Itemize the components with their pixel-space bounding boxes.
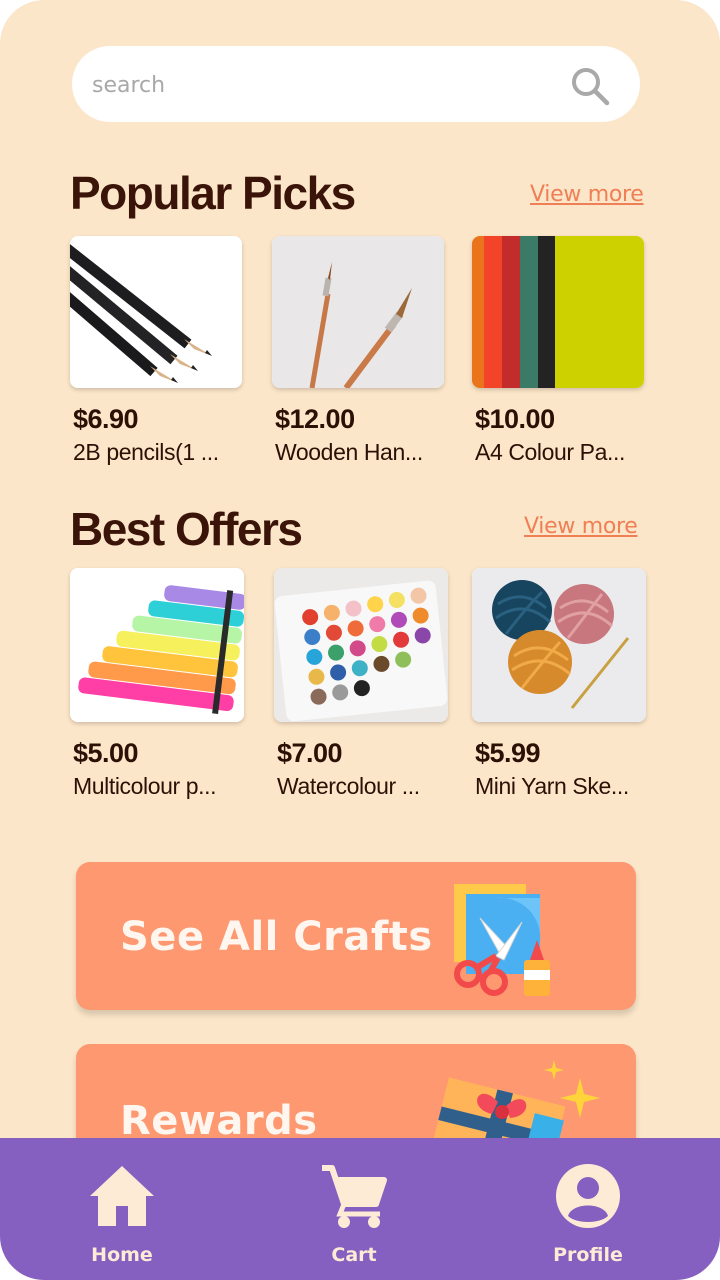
product-image-watercolour	[274, 568, 448, 722]
product-card[interactable]: $10.00 A4 Colour Pa...	[472, 236, 646, 466]
see-all-crafts-button[interactable]: See All Crafts	[76, 862, 636, 1010]
popular-picks-title: Popular Picks	[70, 167, 356, 219]
product-price: $12.00	[275, 404, 355, 434]
product-image-colour-paper	[472, 236, 644, 388]
search-icon[interactable]	[570, 66, 610, 106]
search-bar	[72, 46, 640, 122]
profile-icon	[556, 1164, 620, 1228]
product-card[interactable]: $7.00 Watercolour ...	[274, 568, 448, 800]
product-name: Mini Yarn Ske...	[475, 773, 629, 799]
nav-profile-label: Profile	[553, 1244, 623, 1266]
see-all-crafts-label: See All Crafts	[120, 914, 433, 960]
product-name: Wooden Han...	[275, 439, 423, 465]
product-name: 2B pencils(1 ...	[73, 439, 219, 465]
product-name: A4 Colour Pa...	[475, 439, 625, 465]
search-input[interactable]	[90, 62, 554, 108]
cart-icon	[322, 1165, 387, 1228]
product-price: $10.00	[475, 404, 555, 434]
product-name: Watercolour ...	[277, 773, 420, 799]
product-price: $6.90	[73, 404, 139, 434]
product-price: $5.99	[475, 738, 541, 768]
product-name: Multicolour p...	[73, 773, 217, 799]
nav-profile[interactable]: Profile	[518, 1138, 658, 1280]
product-card[interactable]: $6.90 2B pencils(1 ...	[70, 236, 244, 466]
product-image-yarn	[472, 568, 646, 722]
nav-cart[interactable]: Cart	[284, 1138, 424, 1280]
app-screen: Popular Picks View more $6.90 2B pencils…	[0, 0, 720, 1280]
nav-cart-label: Cart	[331, 1244, 377, 1266]
bottom-nav-bar: Home Cart Profile	[0, 1138, 720, 1280]
craft-scissors-icon	[454, 884, 550, 996]
product-card[interactable]: $5.00 Multicolour p...	[70, 568, 244, 800]
nav-home[interactable]: Home	[52, 1138, 192, 1280]
product-card[interactable]: $5.99 Mini Yarn Ske...	[472, 568, 646, 800]
product-card[interactable]: $12.00 Wooden Han...	[272, 236, 446, 466]
product-price: $5.00	[73, 738, 139, 768]
best-offers-title: Best Offers	[70, 503, 303, 555]
offers-view-more-link[interactable]: View more	[524, 514, 638, 539]
product-image-brushes	[272, 236, 444, 388]
home-icon	[90, 1166, 154, 1226]
product-image-markers	[70, 568, 244, 722]
nav-home-label: Home	[91, 1244, 153, 1266]
product-image-pencils	[70, 236, 242, 388]
popular-view-more-link[interactable]: View more	[530, 182, 644, 207]
product-price: $7.00	[277, 738, 343, 768]
